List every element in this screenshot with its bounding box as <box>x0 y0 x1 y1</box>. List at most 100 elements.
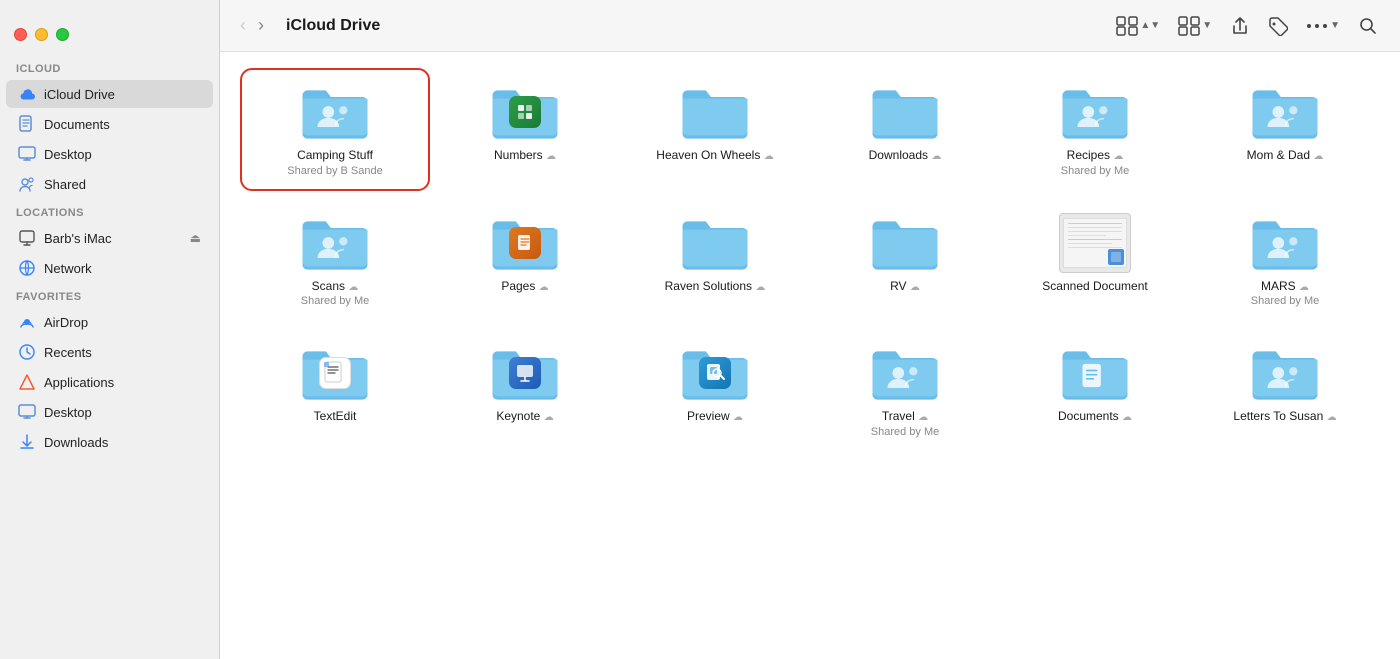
folder-item-pages[interactable]: Pages ☁ <box>434 203 616 318</box>
folder-name-downloads: Downloads ☁ <box>869 148 942 164</box>
folder-name-numbers: Numbers ☁ <box>494 148 556 164</box>
sidebar-item-shared[interactable]: Shared <box>6 170 213 198</box>
close-button[interactable] <box>14 28 27 41</box>
sidebar-item-label-shared: Shared <box>44 177 86 192</box>
folder-icon-camping-stuff <box>299 82 371 142</box>
sidebar-item-documents[interactable]: Documents <box>6 110 213 138</box>
folder-item-preview[interactable]: Preview ☁ <box>624 333 806 448</box>
folder-icon-scanned-document <box>1059 213 1131 273</box>
content-area: Camping Stuff Shared by B Sande Numbers … <box>220 52 1400 659</box>
folder-icon-recipes <box>1059 82 1131 142</box>
folder-name-camping-stuff: Camping Stuff <box>297 148 373 164</box>
toolbar: ‹ › iCloud Drive ▲▼ <box>220 0 1400 52</box>
folder-item-textedit[interactable]: TextEdit <box>244 333 426 448</box>
folder-name-travel: Travel ☁ <box>882 409 928 425</box>
folder-icon-pages <box>489 213 561 273</box>
folder-name-documents-folder: Documents ☁ <box>1058 409 1132 425</box>
sidebar-item-applications[interactable]: Applications <box>6 368 213 396</box>
folder-name-mom-dad: Mom & Dad ☁ <box>1247 148 1324 164</box>
folder-name-pages: Pages ☁ <box>501 279 548 295</box>
folder-item-letters-to-susan[interactable]: Letters To Susan ☁ <box>1194 333 1376 448</box>
view-icon-button[interactable]: ▲▼ <box>1110 12 1166 40</box>
applications-icon <box>18 373 36 391</box>
folder-icon-scans <box>299 213 371 273</box>
sidebar-item-label-icloud-drive: iCloud Drive <box>44 87 115 102</box>
sidebar: iCloud iCloud Drive Documents Desktop <box>0 0 220 659</box>
back-button[interactable]: ‹ <box>236 13 250 38</box>
sidebar-item-label-documents: Documents <box>44 117 110 132</box>
imac-icon <box>18 229 36 247</box>
sidebar-item-label-network: Network <box>44 261 92 276</box>
cloud-icon <box>18 85 36 103</box>
forward-button[interactable]: › <box>254 13 268 38</box>
sidebar-item-label-airdrop: AirDrop <box>44 315 88 330</box>
folder-item-keynote[interactable]: Keynote ☁ <box>434 333 616 448</box>
folder-sub-travel: Shared by Me <box>871 426 939 438</box>
folder-sub-recipes: Shared by Me <box>1061 165 1129 177</box>
folder-sub-scans: Shared by Me <box>301 295 369 307</box>
sidebar-item-desktop2[interactable]: Desktop <box>6 398 213 426</box>
sidebar-item-label-applications: Applications <box>44 375 114 390</box>
folder-item-mom-dad[interactable]: Mom & Dad ☁ <box>1194 72 1376 187</box>
folder-item-downloads[interactable]: Downloads ☁ <box>814 72 996 187</box>
eject-icon[interactable]: ⏏ <box>190 231 201 245</box>
sidebar-item-label-desktop2: Desktop <box>44 405 92 420</box>
maximize-button[interactable] <box>56 28 69 41</box>
folder-icon-heaven-on-wheels <box>679 82 751 142</box>
share-button[interactable] <box>1224 12 1256 40</box>
folder-icon-numbers <box>489 82 561 142</box>
search-button[interactable] <box>1352 12 1384 40</box>
main-area: ‹ › iCloud Drive ▲▼ <box>220 0 1400 659</box>
folder-item-scanned-document[interactable]: Scanned Document <box>1004 203 1186 318</box>
view-chevron-icon: ▲▼ <box>1140 20 1160 31</box>
minimize-button[interactable] <box>35 28 48 41</box>
folder-name-letters-to-susan: Letters To Susan ☁ <box>1233 409 1336 425</box>
folder-item-camping-stuff[interactable]: Camping Stuff Shared by B Sande <box>244 72 426 187</box>
group-chevron-icon: ▼ <box>1202 20 1212 31</box>
folder-name-preview: Preview ☁ <box>687 409 743 425</box>
folder-item-documents-folder[interactable]: Documents ☁ <box>1004 333 1186 448</box>
folder-item-raven-solutions[interactable]: Raven Solutions ☁ <box>624 203 806 318</box>
folder-name-textedit: TextEdit <box>314 409 357 425</box>
folder-name-keynote: Keynote ☁ <box>496 409 553 425</box>
group-button[interactable]: ▼ <box>1172 12 1218 40</box>
sidebar-item-icloud-drive[interactable]: iCloud Drive <box>6 80 213 108</box>
folder-name-mars: MARS ☁ <box>1261 279 1309 295</box>
sidebar-item-airdrop[interactable]: AirDrop <box>6 308 213 336</box>
tag-button[interactable] <box>1262 12 1294 40</box>
desktop2-icon <box>18 403 36 421</box>
document-icon <box>18 115 36 133</box>
folder-item-travel[interactable]: Travel ☁ Shared by Me <box>814 333 996 448</box>
folder-icon-travel <box>869 343 941 403</box>
folder-item-numbers[interactable]: Numbers ☁ <box>434 72 616 187</box>
sidebar-item-network[interactable]: Network <box>6 254 213 282</box>
folder-icon-downloads <box>869 82 941 142</box>
sidebar-item-label-desktop: Desktop <box>44 147 92 162</box>
window-controls <box>0 12 219 51</box>
folder-item-recipes[interactable]: Recipes ☁ Shared by Me <box>1004 72 1186 187</box>
sidebar-item-label-barbs-imac: Barb's iMac <box>44 231 112 246</box>
desktop-icon <box>18 145 36 163</box>
folder-item-rv[interactable]: RV ☁ <box>814 203 996 318</box>
sidebar-item-recents[interactable]: Recents <box>6 338 213 366</box>
folder-name-scans: Scans ☁ <box>312 279 359 295</box>
more-button[interactable]: ▼ <box>1300 16 1346 35</box>
network-icon <box>18 259 36 277</box>
folder-name-heaven-on-wheels: Heaven On Wheels ☁ <box>656 148 773 164</box>
folder-sub-camping-stuff: Shared by B Sande <box>287 165 382 177</box>
sidebar-item-desktop[interactable]: Desktop <box>6 140 213 168</box>
sidebar-item-downloads[interactable]: Downloads <box>6 428 213 456</box>
folder-name-rv: RV ☁ <box>890 279 920 295</box>
downloads-icon <box>18 433 36 451</box>
folder-item-heaven-on-wheels[interactable]: Heaven On Wheels ☁ <box>624 72 806 187</box>
folder-item-mars[interactable]: MARS ☁ Shared by Me <box>1194 203 1376 318</box>
folder-icon-documents-folder <box>1059 343 1131 403</box>
sidebar-section-locations: Locations <box>0 199 219 223</box>
folder-item-scans[interactable]: Scans ☁ Shared by Me <box>244 203 426 318</box>
folder-grid: Camping Stuff Shared by B Sande Numbers … <box>244 72 1376 448</box>
folder-icon-keynote <box>489 343 561 403</box>
folder-icon-mars <box>1249 213 1321 273</box>
sidebar-item-label-recents: Recents <box>44 345 92 360</box>
sidebar-item-barbs-imac[interactable]: Barb's iMac ⏏ <box>6 224 213 252</box>
recents-icon <box>18 343 36 361</box>
